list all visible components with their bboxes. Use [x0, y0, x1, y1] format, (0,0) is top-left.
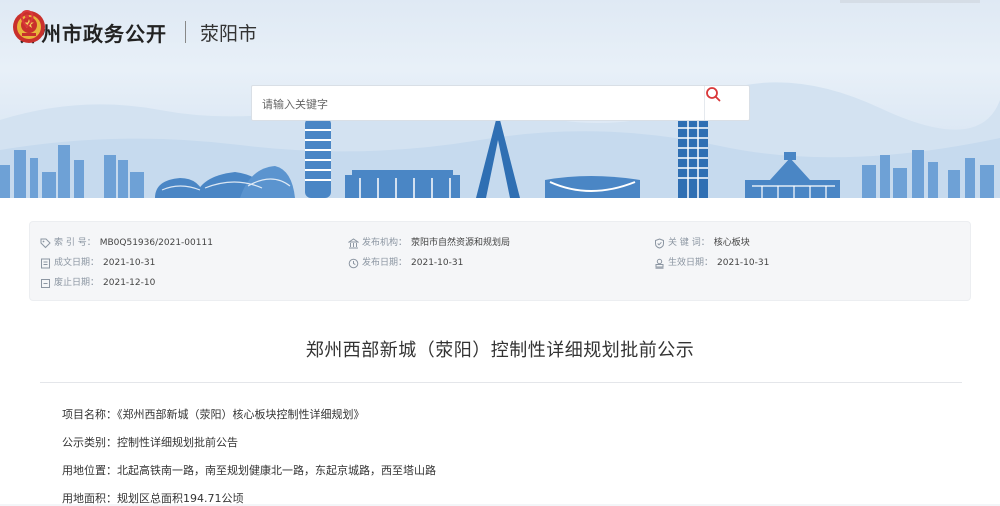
paragraph-location: 用地位置：北起高铁南一路，南至规划健康北一路，东起京城路，西至塔山路 [62, 464, 436, 477]
meta-abolished: 废止日期： 2021-12-10 [40, 277, 155, 289]
main-content: 索 引 号： MB0Q51936/2021-00111 成文日期： 2021-1… [0, 198, 1000, 505]
search-button[interactable] [704, 86, 749, 120]
meta-effective-label: 生效日期： [668, 258, 714, 268]
institution-icon [348, 237, 359, 248]
meta-keyword: 关 键 词： 核心板块 [654, 237, 750, 249]
meta-keyword-label: 关 键 词： [668, 238, 710, 248]
meta-effective: 生效日期： 2021-10-31 [654, 257, 769, 269]
meta-index-value: MB0Q51936/2021-00111 [99, 238, 213, 248]
meta-abolished-label: 废止日期： [54, 278, 100, 288]
paragraph-project-name: 项目名称：《郑州西部新城（荥阳）核心板块控制性详细规划》 [62, 408, 365, 421]
document-meta-panel: 索 引 号： MB0Q51936/2021-00111 成文日期： 2021-1… [29, 221, 971, 301]
calendar-off-icon [41, 278, 50, 288]
shield-check-icon [655, 237, 664, 249]
meta-publisher: 发布机构： 荥阳市自然资源和规划局 [348, 237, 510, 249]
search-input[interactable] [260, 86, 704, 122]
meta-published: 发布日期： 2021-10-31 [348, 257, 463, 269]
document-title: 郑州西部新城（荥阳）控制性详细规划批前公示 [305, 340, 695, 361]
title-divider [40, 382, 962, 383]
meta-created: 成文日期： 2021-10-31 [40, 257, 155, 269]
meta-abolished-value: 2021-12-10 [103, 278, 156, 288]
city-name[interactable]: 荥阳市 [200, 19, 257, 46]
search-box [251, 85, 750, 122]
meta-published-label: 发布日期： [362, 258, 408, 268]
document-icon [41, 258, 50, 268]
meta-publisher-value: 荥阳市自然资源和规划局 [411, 238, 511, 248]
meta-publisher-label: 发布机构： [362, 238, 408, 248]
search-icon [706, 87, 721, 102]
top-right-strip [840, 0, 980, 3]
meta-effective-value: 2021-10-31 [717, 258, 770, 268]
paragraph-category: 公示类别：控制性详细规划批前公告 [62, 436, 238, 449]
meta-created-value: 2021-10-31 [103, 258, 156, 268]
meta-published-value: 2021-10-31 [411, 258, 464, 268]
meta-keyword-value: 核心板块 [713, 238, 750, 248]
header-banner: 郑州市政务公开 荥阳市 [0, 0, 1000, 198]
site-header: 郑州市政务公开 荥阳市 [12, 10, 257, 54]
location-pin-icon[interactable] [20, 10, 34, 28]
meta-index-label: 索 引 号： [54, 238, 96, 248]
header-divider [185, 21, 186, 43]
meta-created-label: 成文日期： [54, 258, 100, 268]
tag-icon [40, 238, 51, 248]
stamp-icon [655, 258, 664, 269]
clock-icon [348, 258, 359, 268]
meta-index: 索 引 号： MB0Q51936/2021-00111 [40, 237, 213, 249]
